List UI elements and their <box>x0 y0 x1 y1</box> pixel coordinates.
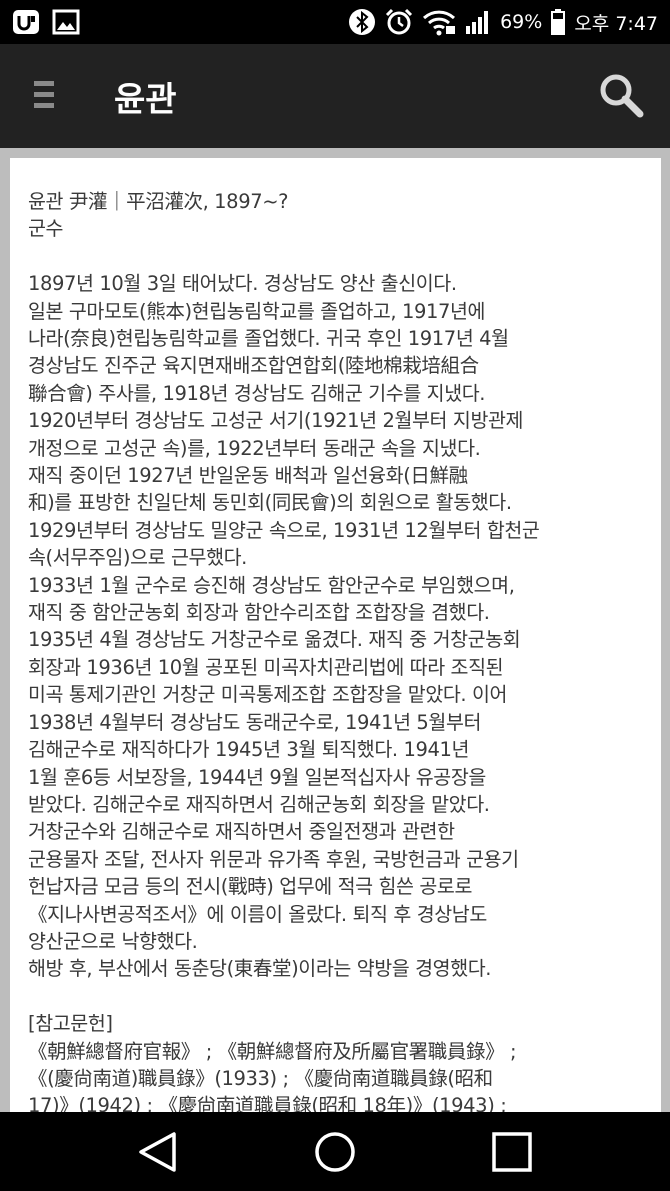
back-icon <box>139 1132 176 1172</box>
notification-icons <box>12 8 80 36</box>
article-line: 김해군수로 재직하다가 1945년 3월 퇴직했다. 1941년 <box>28 738 470 762</box>
article-line: 나라(奈良)현립농림학교를 졸업했다. 귀국 후인 1917년 4월 <box>28 327 509 351</box>
alarm-icon <box>386 8 413 35</box>
article-line: 재직 중이던 1927년 반일운동 배척과 일선융화(日鮮融 <box>28 464 468 488</box>
article-line <box>28 983 643 1010</box>
article-line: 1897년 10월 3일 태어났다. 경상남도 양산 출신이다. <box>28 272 457 296</box>
article-line: 聯合會) 주사를, 1918년 경상남도 김해군 기수를 지냈다. <box>28 381 486 405</box>
home-icon <box>315 1132 355 1172</box>
article-line: 윤관 尹灌｜平沼灌次, 1897~? <box>28 190 289 213</box>
article-line: 받았다. 김해군수로 재직하면서 김해군농회 회장을 맡았다. <box>28 792 490 816</box>
article-line: 1938년 4월부터 경상남도 동래군수로, 1941년 5월부터 <box>28 710 482 734</box>
article-card: 윤관 尹灌｜平沼灌次, 1897~? 군수 1897년 10월 3일 태어났다. 경… <box>10 158 661 1112</box>
recent-apps-button[interactable] <box>490 1130 534 1174</box>
article-line: [참고문헌] <box>28 1012 113 1036</box>
article-line: 1935년 4월 경상남도 거창군수로 옮겼다. 재직 중 거창군농회 <box>28 628 521 652</box>
navigation-bar <box>0 1112 670 1191</box>
article-line: 회장과 1936년 10월 공포된 미곡자치관리법에 따라 조직된 <box>28 655 504 679</box>
system-status: 69% 오후 7:47 <box>348 0 658 44</box>
image-notification-icon <box>52 9 80 35</box>
article-line: 和)를 표방한 친일단체 동민회(同民會)의 회원으로 활동했다. <box>28 491 512 515</box>
article-line: 해방 후, 부산에서 동춘당(東春堂)이라는 약방을 경영했다. <box>28 957 492 981</box>
bluetooth-icon <box>349 9 376 35</box>
status-bar: 69% 오후 7:47 <box>0 0 670 44</box>
article-line: 군수 <box>28 217 64 241</box>
article-line: 일본 구마모토(熊本)현립농림학교를 졸업하고, 1917년에 <box>28 299 486 323</box>
article-line: 거창군수와 김해군수로 재직하면서 중일전쟁과 관련한 <box>28 820 455 844</box>
article-line: 1929년부터 경상남도 밀양군 속으로, 1931년 12월부터 합천군 <box>28 518 540 542</box>
article-line: 경상남도 진주군 육지면재배조합연합회(陸地棉栽培組合 <box>28 354 479 378</box>
home-button[interactable] <box>313 1130 357 1174</box>
battery-percent: 69% <box>500 11 543 33</box>
article-body: 윤관 尹灌｜平沼灌次, 1897~? 군수 1897년 10월 3일 태어났다. 경… <box>10 158 661 1112</box>
back-button[interactable] <box>136 1130 180 1174</box>
article-line: 1933년 1월 군수로 승진해 경상남도 함안군수로 부임했으며, <box>28 573 515 597</box>
article-line: 군용물자 조달, 전사자 위문과 유가족 후원, 국방헌금과 군용기 <box>28 847 519 871</box>
article-line: 《(慶尙南道)職員錄》(1933) ; 《慶尙南道職員錄(昭和 <box>28 1066 493 1090</box>
article-line: 속(서무주임)으로 근무했다. <box>28 546 247 570</box>
wifi-icon <box>423 10 456 36</box>
article-line: 《지나사변공적조서》에 이름이 올랐다. 퇴직 후 경상남도 <box>28 902 487 926</box>
app-toolbar: 윤관 <box>0 44 670 148</box>
article-line: 1920년부터 경상남도 고성군 서기(1921년 2월부터 지방관제 <box>28 409 524 433</box>
article-line: 헌납자금 모금 등의 전시(戰時) 업무에 적극 힘쓴 공로로 <box>28 875 473 899</box>
article-line: 미곡 통제기관인 거창군 미곡통제조합 조합장을 맡았다. 이어 <box>28 683 508 707</box>
search-icon <box>600 74 644 118</box>
article-line <box>28 243 643 270</box>
clock: 오후 7:47 <box>574 12 658 35</box>
content-area[interactable]: 윤관 尹灌｜平沼灌次, 1897~? 군수 1897년 10월 3일 태어났다. 경… <box>0 148 670 1112</box>
article-line: 《朝鮮總督府官報》 ; 《朝鮮總督府及所屬官署職員錄》 ; <box>28 1039 517 1063</box>
article-line: 1월 훈6등 서보장을, 1944년 9월 일본적십자사 유공장을 <box>28 765 486 789</box>
app-notification-icon <box>13 10 39 34</box>
article-line: 재직 중 함안군농회 회장과 함안수리조합 조합장을 겸했다. <box>28 601 490 625</box>
battery-icon <box>551 9 566 35</box>
article-line: 17)》(1942) ; 《慶尙南道職員錄(昭和 18年)》(1943) ; <box>28 1094 507 1112</box>
signal-icon <box>466 11 489 34</box>
search-button[interactable] <box>598 72 644 118</box>
menu-icon[interactable] <box>34 81 58 111</box>
page-title: 윤관 <box>114 80 177 120</box>
recent-apps-icon <box>492 1132 532 1172</box>
article-line: 개정으로 고성군 속)를, 1922년부터 동래군 속을 지냈다. <box>28 436 481 460</box>
article-line: 양산군으로 낙향했다. <box>28 929 198 953</box>
